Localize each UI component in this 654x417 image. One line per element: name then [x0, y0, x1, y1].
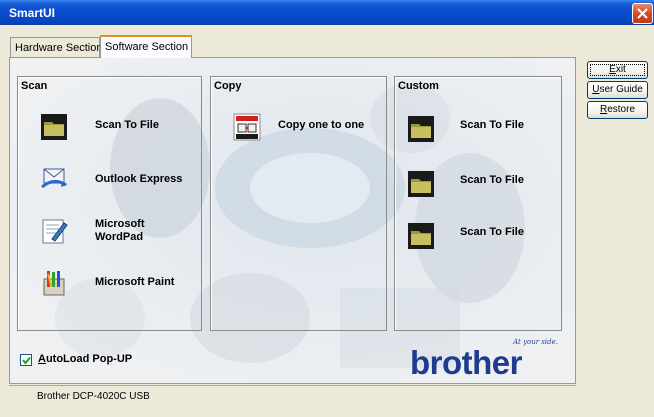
checkmark-icon [22, 356, 31, 365]
copy-heading: Copy [214, 80, 242, 92]
folder-icon [408, 223, 434, 249]
brother-logo: At your side. brother [410, 338, 570, 381]
folder-icon [408, 171, 434, 197]
checkbox-box[interactable] [20, 354, 32, 366]
user-guide-button[interactable]: User Guide [587, 81, 648, 99]
restore-button[interactable]: Restore [587, 101, 648, 119]
copy-icon [233, 113, 261, 141]
copy-group: Copy Copy one to one [210, 76, 387, 331]
exit-button[interactable]: Exit [587, 61, 648, 79]
custom-group: Custom Scan To File Scan To File Scan To… [394, 76, 562, 331]
custom-scan-to-file-label-2: Scan To File [460, 174, 524, 186]
title-bar: SmartUI [0, 0, 654, 25]
scan-to-file-label: Scan To File [95, 119, 159, 131]
device-status: Brother DCP-4020C USB [37, 391, 150, 402]
scan-heading: Scan [21, 80, 48, 92]
custom-scan-to-file-label-3: Scan To File [460, 226, 524, 238]
autoload-label: AutoLoad Pop-UP [38, 353, 133, 365]
folder-icon [41, 114, 67, 140]
outlook-express-icon [41, 168, 67, 189]
wordpad-label-line1: Microsoft [95, 218, 145, 230]
software-section-panel: Scan Scan To File Outlook Express Micros… [9, 57, 576, 384]
folder-icon [408, 116, 434, 142]
custom-heading: Custom [398, 80, 439, 92]
microsoft-paint-label: Microsoft Paint [95, 276, 175, 288]
wordpad-label-line2: WordPad [95, 231, 144, 243]
window-client: Hardware Section Software Section Scan S… [0, 25, 654, 417]
outlook-express-label: Outlook Express [95, 173, 183, 185]
close-button[interactable] [632, 3, 653, 24]
scan-group: Scan Scan To File Outlook Express Micros… [17, 76, 202, 331]
paint-icon [43, 271, 65, 296]
tab-hardware-section[interactable]: Hardware Section [10, 37, 102, 57]
custom-scan-to-file-label-1: Scan To File [460, 119, 524, 131]
copy-one-to-one-label: Copy one to one [278, 119, 365, 131]
tab-software-section[interactable]: Software Section [100, 35, 192, 58]
window-title: SmartUI [9, 6, 56, 20]
brand-wordmark: brother [410, 344, 523, 381]
wordpad-icon [42, 219, 68, 244]
close-icon [637, 8, 648, 19]
